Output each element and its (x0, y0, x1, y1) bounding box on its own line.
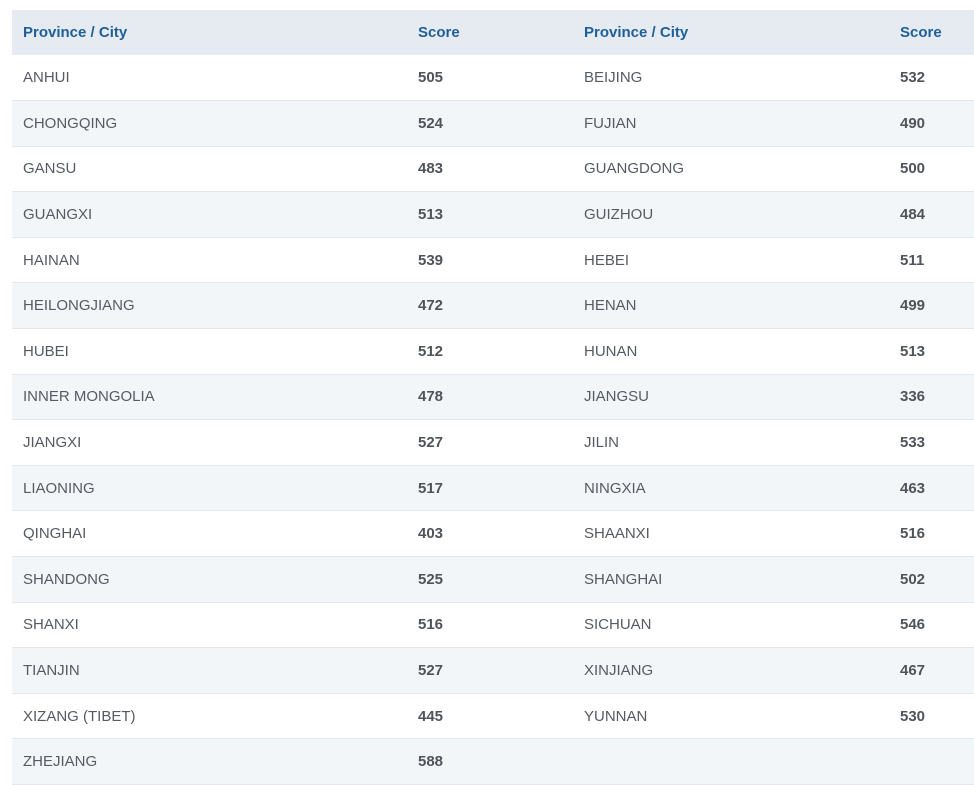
table-row: XIZANG (TIBET) 445 YUNNAN 530 (12, 693, 974, 739)
province-name-cell: HUBEI (23, 342, 69, 360)
table-header: Province / City Score Province / City Sc… (12, 10, 974, 55)
score-cell: 527 (418, 662, 444, 680)
score-cell: 445 (418, 707, 444, 725)
province-name-cell: SHAANXI (584, 525, 650, 543)
header-row: Province / City Score Province / City Sc… (12, 10, 974, 55)
score-cell: 463 (900, 479, 926, 497)
table-row: HEILONGJIANG 472 HENAN 499 (12, 282, 974, 329)
score-cell: 511 (900, 251, 925, 269)
table-row: SHANDONG 525 SHANGHAI 502 (12, 556, 974, 603)
score-cell: 513 (900, 342, 926, 360)
score-cell (889, 739, 974, 785)
score-cell: 467 (900, 662, 926, 680)
score-cell: 336 (900, 388, 926, 406)
province-name-cell: GANSU (23, 160, 77, 178)
table-row: INNER MONGOLIA 478 JIANGSU 336 (12, 374, 974, 420)
province-score-table: Province / City Score Province / City Sc… (12, 10, 974, 785)
score-cell: 499 (900, 297, 926, 315)
province-name-cell: LIAONING (23, 479, 95, 497)
province-name-cell: NINGXIA (584, 479, 646, 497)
table-row: SHANXI 516 SICHUAN 546 (12, 602, 974, 648)
score-cell: 527 (418, 434, 444, 452)
province-name-cell: QINGHAI (23, 525, 87, 543)
score-cell: 546 (900, 616, 926, 634)
score-cell: 500 (900, 160, 926, 178)
table-row: ANHUI 505 BEIJING 532 (12, 55, 974, 101)
province-name-cell: HAINAN (23, 251, 80, 269)
province-name-cell (573, 739, 889, 785)
province-name-cell: CHONGQING (23, 114, 118, 132)
province-name-cell: GUIZHOU (584, 206, 654, 224)
province-name-cell: GUANGDONG (584, 160, 685, 178)
table-row: JIANGXI 527 JILIN 533 (12, 419, 974, 466)
province-name-cell: INNER MONGOLIA (23, 388, 155, 406)
table-row: CHONGQING 524 FUJIAN 490 (12, 100, 974, 147)
province-name-cell: TIANJIN (23, 662, 80, 680)
province-name-cell: ANHUI (23, 69, 70, 87)
province-name-cell: HEBEI (584, 251, 630, 269)
header-score-left[interactable]: Score (407, 10, 573, 55)
table-row: GANSU 483 GUANGDONG 500 (12, 146, 974, 192)
province-name-cell: ZHEJIANG (23, 753, 98, 771)
table-row: HUBEI 512 HUNAN 513 (12, 328, 974, 375)
province-name-cell: JIANGSU (584, 388, 650, 406)
score-cell: 532 (900, 69, 926, 87)
score-cell: 403 (418, 525, 444, 543)
province-name-cell: HEILONGJIANG (23, 297, 135, 315)
header-province-right[interactable]: Province / City (573, 10, 889, 55)
score-cell: 490 (900, 114, 926, 132)
score-cell: 524 (418, 114, 444, 132)
province-name-cell: GUANGXI (23, 206, 93, 224)
score-cell: 516 (900, 525, 926, 543)
score-cell: 513 (418, 206, 444, 224)
province-name-cell: SHANGHAI (584, 570, 663, 588)
score-cell: 530 (900, 707, 926, 725)
score-cell: 525 (418, 570, 444, 588)
score-cell: 588 (418, 753, 444, 771)
table-row: ZHEJIANG 588 (12, 738, 974, 785)
score-cell: 478 (418, 388, 444, 406)
score-cell: 517 (418, 479, 444, 497)
province-name-cell: XINJIANG (584, 662, 654, 680)
province-name-cell: JIANGXI (23, 434, 82, 452)
score-cell: 484 (900, 206, 926, 224)
header-score-right[interactable]: Score (889, 10, 974, 55)
province-name-cell: XIZANG (TIBET) (23, 707, 136, 725)
score-cell: 502 (900, 570, 926, 588)
province-name-cell: JILIN (584, 434, 620, 452)
table-row: TIANJIN 527 XINJIANG 467 (12, 647, 974, 694)
score-cell: 472 (418, 297, 444, 315)
province-name-cell: SHANXI (23, 616, 79, 634)
province-name-cell: BEIJING (584, 69, 643, 87)
header-province-left[interactable]: Province / City (12, 10, 407, 55)
score-cell: 505 (418, 69, 444, 87)
province-name-cell: HENAN (584, 297, 637, 315)
score-cell: 483 (418, 160, 444, 178)
province-name-cell: FUJIAN (584, 114, 637, 132)
province-name-cell: SICHUAN (584, 616, 652, 634)
score-cell: 539 (418, 251, 444, 269)
score-cell: 533 (900, 434, 926, 452)
table-body: ANHUI 505 BEIJING 532 CHONGQING 524 FUJIAN 490 G… (12, 55, 974, 785)
score-cell: 516 (418, 616, 444, 634)
score-cell: 512 (418, 342, 444, 360)
score-table-container: Province / City Score Province / City Sc… (12, 10, 974, 785)
table-row: GUANGXI 513 GUIZHOU 484 (12, 191, 974, 238)
province-name-cell: HUNAN (584, 342, 638, 360)
table-row: HAINAN 539 HEBEI 511 (12, 237, 974, 283)
table-row: LIAONING 517 NINGXIA 463 (12, 465, 974, 511)
province-name-cell: YUNNAN (584, 707, 648, 725)
table-row: QINGHAI 403 SHAANXI 516 (12, 510, 974, 557)
province-name-cell: SHANDONG (23, 570, 110, 588)
